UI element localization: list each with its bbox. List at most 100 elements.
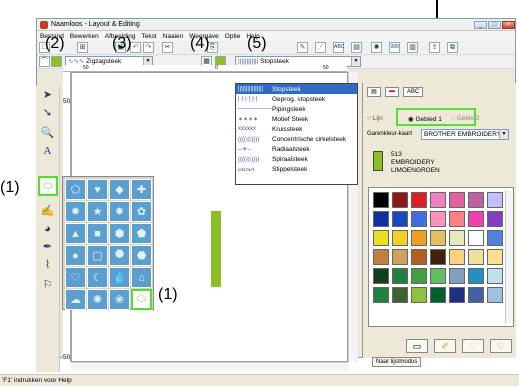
zoom-icon[interactable]: 🔍 (40, 126, 55, 141)
color-swatch[interactable] (373, 230, 389, 246)
preview-icon[interactable]: ⧉ (447, 42, 458, 53)
brush-color-button[interactable]: ✐ (434, 339, 456, 353)
color-swatch[interactable] (468, 268, 484, 284)
color-swatch[interactable] (392, 268, 408, 284)
star-icon[interactable]: ★ (87, 201, 108, 222)
stitch-option[interactable]: ((((◎)))) Spiraalsteek (236, 154, 357, 164)
circle-icon[interactable]: ● (65, 245, 86, 266)
pentagon-icon[interactable]: ⬟ (131, 223, 152, 244)
minimize-button[interactable]: _ (474, 21, 487, 29)
cross-icon[interactable]: ✚ (131, 179, 152, 200)
hexagon-icon[interactable]: ⬢ (109, 223, 130, 244)
pes-icon[interactable]: 999 (389, 42, 400, 53)
stitch-option[interactable]: xxxxxx Kruissteek (236, 124, 357, 134)
color-swatch[interactable] (430, 230, 446, 246)
stitch-option[interactable]: ──────── Pipingsteek (236, 104, 357, 114)
color-swatch[interactable] (392, 249, 408, 265)
sun-icon[interactable]: ✹ (65, 201, 86, 222)
card-icon[interactable]: ▥ (407, 42, 418, 53)
stitch-option[interactable]: ✶✶✶✶ Motief Steek (236, 114, 357, 124)
color-swatch[interactable] (373, 287, 389, 303)
stitch-option[interactable]: ᔕᔕᔕ Stippelsteek (236, 164, 357, 174)
color-swatch[interactable] (468, 287, 484, 303)
heart-color-button[interactable]: ♡ (462, 339, 484, 353)
moon-icon[interactable]: ☾ (87, 267, 108, 288)
color-swatch[interactable] (487, 192, 503, 208)
color-swatch[interactable] (487, 249, 503, 265)
color-swatch[interactable] (449, 192, 465, 208)
diamond-icon[interactable]: ◆ (109, 179, 130, 200)
line-color-icon[interactable] (51, 56, 62, 67)
scallop-icon[interactable]: ❀ (109, 289, 130, 310)
design-center-icon[interactable]: ✺ (371, 42, 382, 53)
stitch-option[interactable]: ((((◎)))) Concentrische cirkelsteek (236, 134, 357, 144)
menu-naaien[interactable]: Naaien (163, 33, 184, 40)
color-swatch[interactable] (487, 268, 503, 284)
text-abc-icon[interactable]: ABC (333, 42, 344, 53)
square-icon[interactable]: ■ (87, 223, 108, 244)
stitch-option[interactable]: |||||||||||||||| Stopsteek (236, 84, 357, 94)
cut-icon[interactable]: ✂ (162, 42, 173, 53)
thread-brand-dropdown[interactable]: BROTHER EMBROIDERY ▼ (421, 129, 509, 140)
menu-optie[interactable]: Optie (225, 33, 241, 40)
shape-option[interactable]: ⬠ (65, 179, 86, 200)
tab-sewing-attrs[interactable]: ▤ (367, 87, 381, 97)
heart-pink-button[interactable]: ♡ (490, 339, 512, 353)
color-swatch[interactable] (487, 211, 503, 227)
color-swatch[interactable] (411, 249, 427, 265)
color-swatch[interactable] (449, 211, 465, 227)
shape-tool-icon[interactable]: ⬭ (38, 176, 58, 196)
color-swatch[interactable] (487, 287, 503, 303)
color-swatch[interactable] (411, 268, 427, 284)
cloud-icon[interactable]: ☁ (65, 289, 86, 310)
color-swatch[interactable] (487, 230, 503, 246)
color-swatch[interactable] (373, 211, 389, 227)
color-swatch[interactable] (468, 230, 484, 246)
stitch-tool-icon[interactable]: ⋰ (315, 42, 326, 53)
text-tool-icon[interactable]: A (40, 144, 55, 159)
undo-icon[interactable]: ↶ (130, 42, 141, 53)
color-swatch[interactable] (392, 230, 408, 246)
arch-icon[interactable]: ⌂ (131, 267, 152, 288)
line-sew-icon[interactable]: ⌒ (39, 56, 50, 67)
fill-icon[interactable]: ◕ (40, 222, 55, 237)
frame-icon[interactable]: ▤ (351, 42, 362, 53)
point-edit-icon[interactable]: ➘ (40, 106, 55, 121)
swatch-scrollbar[interactable] (505, 190, 513, 324)
open-icon[interactable]: ⊞ (77, 42, 88, 53)
wand-icon[interactable]: ✎ (297, 42, 308, 53)
color-swatch[interactable] (411, 192, 427, 208)
drop-icon[interactable]: 💧 (109, 267, 130, 288)
shield-icon[interactable]: ⬣ (131, 245, 152, 266)
close-button[interactable]: × (502, 21, 515, 29)
flower-icon[interactable]: ✿ (131, 201, 152, 222)
menu-tekst[interactable]: Tekst (142, 33, 157, 40)
color-swatch[interactable] (411, 287, 427, 303)
color-swatch[interactable] (392, 287, 408, 303)
color-swatch[interactable] (449, 230, 465, 246)
color-swatch[interactable] (430, 249, 446, 265)
badge-icon[interactable]: ✸ (109, 201, 130, 222)
heart-outline-icon[interactable]: ♡ (65, 267, 86, 288)
color-swatch[interactable] (449, 268, 465, 284)
color-swatch[interactable] (430, 192, 446, 208)
color-swatch[interactable] (430, 268, 446, 284)
rounded-square-icon[interactable]: ▢ (87, 245, 108, 266)
color-swatch[interactable] (373, 192, 389, 208)
stitch-icon[interactable]: ⌇ (40, 258, 55, 273)
color-swatch[interactable] (373, 268, 389, 284)
color-swatch[interactable] (411, 211, 427, 227)
color-swatch[interactable] (430, 287, 446, 303)
menu-bewerken[interactable]: Bewerken (70, 33, 99, 40)
tab-abc[interactable]: ABC (403, 87, 424, 97)
color-swatch[interactable] (392, 211, 408, 227)
color-swatch[interactable] (430, 211, 446, 227)
heart-icon[interactable]: ♥ (87, 179, 108, 200)
select-arrow-icon[interactable]: ➤ (40, 88, 55, 103)
thread-color-button[interactable]: ▭ (406, 339, 428, 353)
color-swatch[interactable] (411, 230, 427, 246)
transfer-icon[interactable]: ⇪ (429, 42, 440, 53)
stitch-option[interactable]: ─✳─ Radiaalsteek (236, 144, 357, 154)
horizontal-scrollbar[interactable] (71, 362, 348, 371)
color-swatch[interactable] (449, 249, 465, 265)
